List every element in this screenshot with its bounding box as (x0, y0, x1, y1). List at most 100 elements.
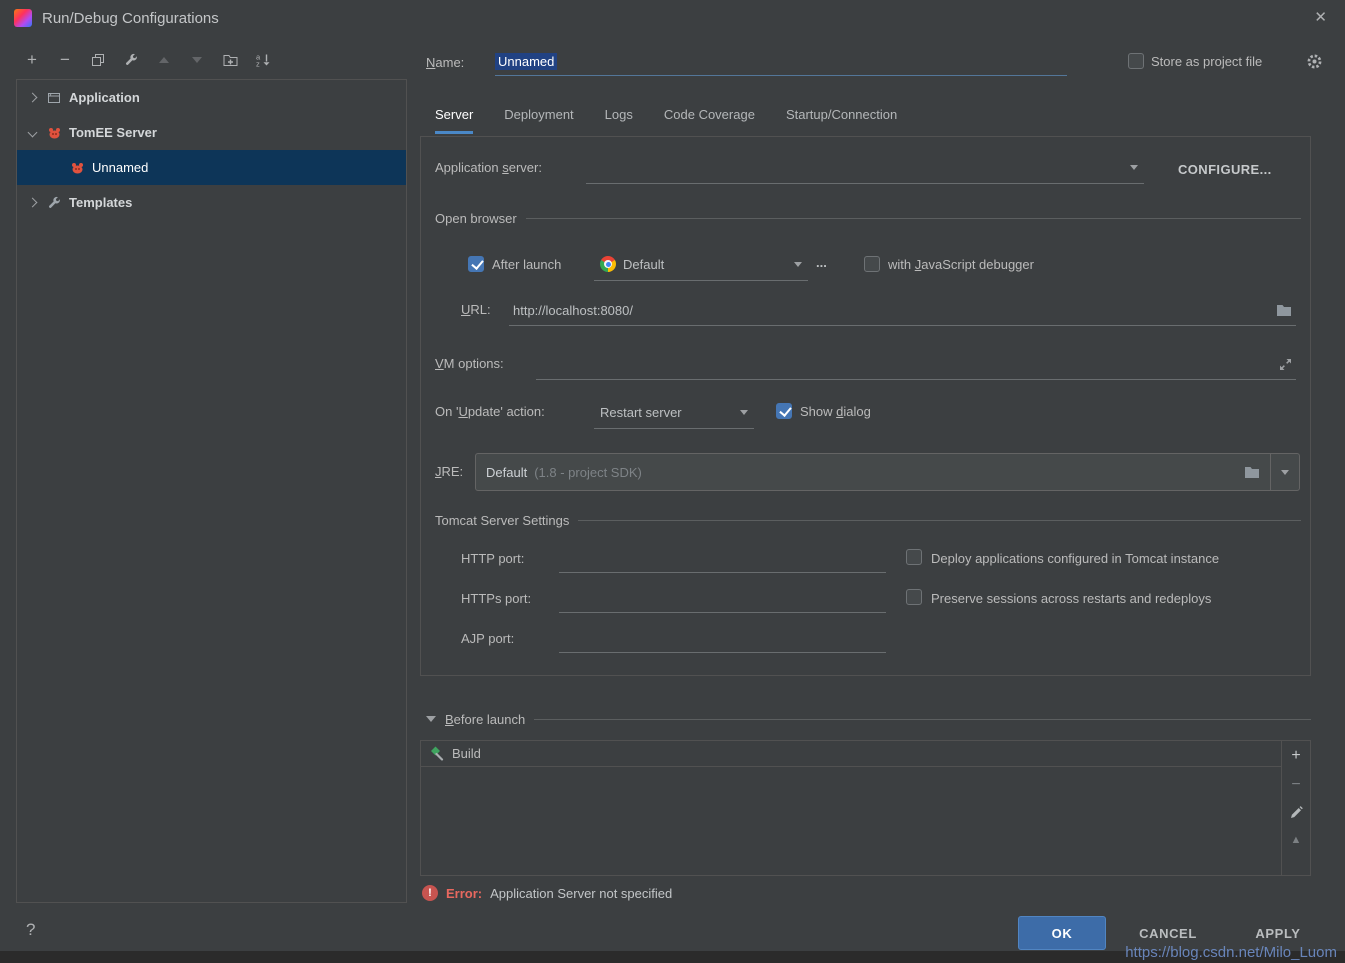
close-icon[interactable]: ✕ (1314, 8, 1327, 26)
browser-select[interactable]: Default (594, 248, 808, 281)
tomee-icon (46, 126, 62, 140)
edit-task-pencil-icon[interactable] (1290, 806, 1303, 819)
store-as-project-file-checkbox[interactable] (1128, 53, 1144, 69)
remove-task-icon[interactable]: − (1291, 777, 1300, 793)
url-label: URL: (461, 302, 491, 317)
chevron-right-icon[interactable] (28, 198, 38, 208)
ok-button[interactable]: OK (1018, 916, 1106, 950)
tree-item-templates[interactable]: Templates (17, 185, 406, 220)
http-port-input[interactable] (559, 542, 886, 573)
jre-label: JRE: (435, 464, 463, 479)
error-prefix: Error: (446, 886, 482, 901)
watermark-text: https://blog.csdn.net/Milo_Luom (1125, 944, 1337, 961)
tree-item-label: Application (69, 90, 140, 105)
templates-wrench-icon (46, 196, 62, 210)
tab-code-coverage[interactable]: Code Coverage (664, 98, 755, 134)
tree-item-application[interactable]: Application (17, 80, 406, 115)
before-launch-item-build[interactable]: Build (421, 741, 1282, 767)
store-as-project-file-label: Store as project file (1151, 54, 1262, 69)
on-update-action-select[interactable]: Restart server (594, 396, 754, 429)
tab-deployment[interactable]: Deployment (504, 98, 573, 134)
preserve-sessions-checkbox[interactable] (906, 589, 922, 605)
server-tab-panel: Application server: CONFIGURE... Open br… (420, 136, 1311, 676)
name-input[interactable]: Unnamed (495, 48, 1067, 76)
copy-configuration-icon[interactable] (90, 52, 106, 68)
after-launch-label: After launch (492, 257, 561, 272)
configurations-toolbar: + − az (24, 48, 271, 72)
show-dialog-checkbox[interactable] (776, 403, 792, 419)
create-folder-icon[interactable] (222, 52, 238, 68)
deploy-apps-label: Deploy applications configured in Tomcat… (931, 551, 1219, 566)
tab-server[interactable]: Server (435, 98, 473, 134)
store-as-project-file[interactable]: Store as project file (1128, 53, 1262, 69)
expand-icon[interactable] (1279, 358, 1292, 371)
tab-startup-connection[interactable]: Startup/Connection (786, 98, 897, 134)
folder-icon[interactable] (1244, 466, 1260, 479)
tomcat-settings-section-header: Tomcat Server Settings (435, 510, 1301, 530)
before-launch-header[interactable]: Before launch (420, 706, 1311, 732)
js-debugger-label: with JavaScript debugger (888, 257, 1034, 272)
move-task-up-icon[interactable]: ▲ (1291, 832, 1302, 848)
js-debugger-checkbox[interactable] (864, 256, 880, 272)
open-browser-title: Open browser (435, 211, 517, 226)
show-dialog-label: Show dialog (800, 404, 871, 419)
name-label: Name: (426, 55, 464, 70)
tomcat-settings-title: Tomcat Server Settings (435, 513, 569, 528)
svg-text:z: z (256, 60, 260, 68)
move-up-icon[interactable] (156, 52, 172, 68)
vm-options-input[interactable] (536, 349, 1296, 380)
tomee-icon (69, 161, 85, 175)
intellij-logo-icon (14, 9, 32, 27)
separator-line (534, 719, 1311, 720)
tree-item-tomee-server[interactable]: TomEE Server (17, 115, 406, 150)
application-server-label: Application server: (435, 160, 542, 175)
chevron-down-icon (740, 410, 748, 415)
add-configuration-icon[interactable]: + (24, 52, 40, 68)
move-down-icon[interactable] (189, 52, 205, 68)
folder-icon[interactable] (1276, 304, 1292, 317)
separator-line (526, 218, 1301, 219)
chevron-down-icon (794, 262, 802, 267)
before-launch-list: Build + − ▲ (420, 740, 1311, 876)
ajp-port-input[interactable] (559, 622, 886, 653)
chevron-down-icon[interactable] (28, 128, 38, 138)
collapse-triangle-icon[interactable] (426, 716, 436, 722)
more-browsers-button[interactable]: ... (816, 255, 827, 270)
ajp-port-label: AJP port: (461, 631, 514, 646)
https-port-input[interactable] (559, 582, 886, 613)
before-launch-toolbar: + − ▲ (1281, 741, 1310, 875)
jre-select[interactable]: Default (1.8 - project SDK) (475, 453, 1300, 491)
deploy-apps-checkbox[interactable] (906, 549, 922, 565)
build-hammer-icon (429, 746, 444, 761)
chevron-down-icon (1130, 165, 1138, 170)
after-launch-checkbox[interactable] (468, 256, 484, 272)
tab-bar: Server Deployment Logs Code Coverage Sta… (435, 98, 897, 134)
edit-defaults-wrench-icon[interactable] (123, 52, 139, 68)
add-task-icon[interactable]: + (1291, 748, 1300, 764)
tree-item-label: TomEE Server (69, 125, 157, 140)
on-update-action-value: Restart server (600, 405, 682, 420)
window-title: Run/Debug Configurations (42, 10, 219, 27)
remove-configuration-icon[interactable]: − (57, 52, 73, 68)
gear-icon[interactable] (1306, 53, 1323, 73)
error-icon: ! (422, 885, 438, 901)
validation-error: ! Error: Application Server not specifie… (422, 885, 672, 901)
url-input[interactable]: http://localhost:8080/ (509, 295, 1296, 326)
https-port-label: HTTPs port: (461, 591, 531, 606)
chrome-icon (600, 256, 616, 272)
name-value: Unnamed (495, 53, 557, 70)
tab-logs[interactable]: Logs (605, 98, 633, 134)
titlebar: Run/Debug Configurations ✕ (0, 0, 1345, 36)
before-launch-item-label: Build (452, 746, 481, 761)
open-browser-section-header: Open browser (435, 208, 1301, 228)
configurations-tree: Application TomEE Server Unnamed Templat… (16, 79, 407, 903)
jre-dropdown-button[interactable] (1270, 454, 1299, 490)
application-server-select[interactable] (586, 151, 1144, 184)
help-button[interactable]: ? (26, 920, 35, 940)
tree-item-unnamed[interactable]: Unnamed (17, 150, 406, 185)
error-message: Application Server not specified (490, 886, 672, 901)
sort-configurations-icon[interactable]: az (255, 52, 271, 68)
configure-button[interactable]: CONFIGURE... (1178, 155, 1272, 183)
tree-item-label: Unnamed (92, 160, 148, 175)
chevron-right-icon[interactable] (28, 93, 38, 103)
